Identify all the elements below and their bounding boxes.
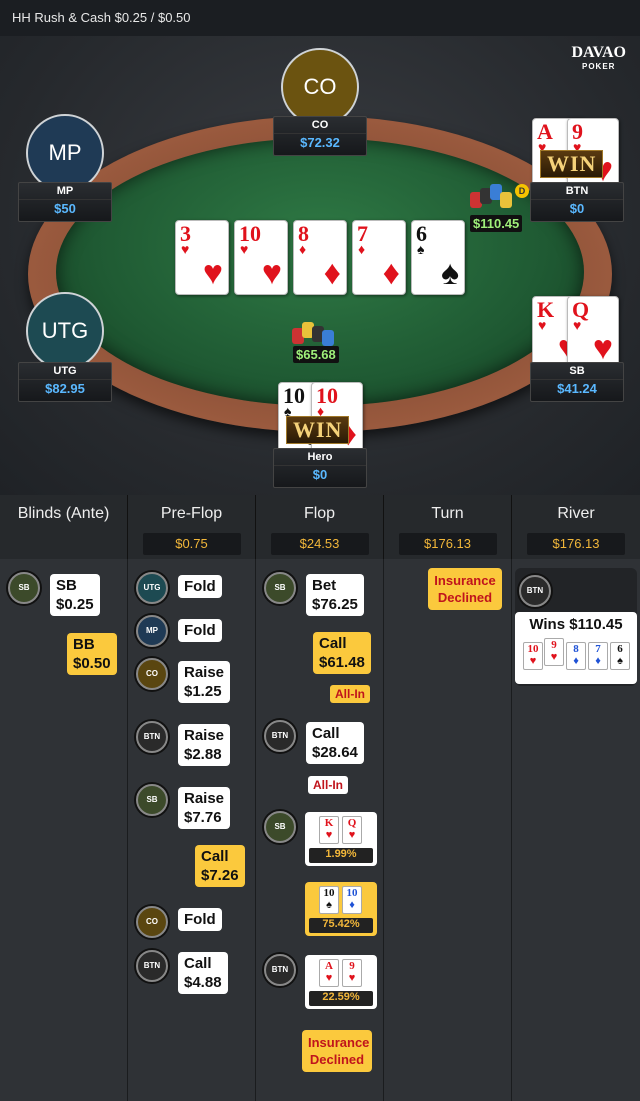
game-title: HH Rush & Cash $0.25 / $0.50: [12, 10, 191, 25]
chip-btn: BTN: [136, 721, 168, 753]
col-header-blinds: Blinds (Ante): [0, 495, 128, 559]
seat-btn-plate: BTN $0: [530, 182, 624, 222]
action-co-raise: Raise $1.25: [178, 661, 231, 703]
action-bb-blind: BB $0.50: [67, 633, 117, 675]
action-btn-raise: Raise $2.88: [178, 724, 231, 766]
flop-insurance-declined: Insurance Declined: [302, 1030, 372, 1072]
btn-win-badge: WIN: [540, 150, 604, 178]
chip-mp: MP: [136, 615, 168, 647]
action-sb-bet: Bet $76.25: [306, 574, 364, 616]
col-header-turn: Turn $176.13: [384, 495, 512, 559]
action-btn-call: Call $4.88: [178, 952, 228, 994]
action-sb-raise: Raise $7.76: [178, 787, 231, 829]
turn-insurance-declined: Insurance Declined: [428, 568, 502, 610]
action-mp-fold: Fold: [178, 619, 222, 642]
header-bar: HH Rush & Cash $0.25 / $0.50: [0, 0, 640, 36]
side-pot-chips-icon: [470, 184, 514, 210]
board-card-1: 3 ♥ ♥: [175, 220, 229, 295]
seat-mp-avatar[interactable]: MP: [26, 114, 104, 192]
hero-equity-box: 10 ♠ 10 ♦ 75.42%: [305, 882, 377, 936]
dealer-button-icon: D: [515, 184, 529, 198]
chip-btn: BTN: [264, 954, 296, 986]
seat-sb-plate: SB $41.24: [530, 362, 624, 402]
davao-poker-logo: DAVAO POKER: [571, 44, 626, 72]
chip-utg: UTG: [136, 572, 168, 604]
main-pot-amount: $65.68: [293, 346, 339, 363]
btn-allin-tag: All-In: [308, 776, 348, 794]
main-pot-chips-icon: [292, 320, 336, 346]
chip-sb: SB: [264, 572, 296, 604]
chip-sb: SB: [136, 784, 168, 816]
hero-allin-tag: All-In: [330, 685, 370, 703]
hero-win-badge: WIN: [286, 416, 350, 444]
seat-utg-avatar[interactable]: UTG: [26, 292, 104, 370]
action-hero-call-flop: Call $61.48: [313, 632, 371, 674]
seat-utg-plate: UTG $82.95: [18, 362, 112, 402]
seat-co-avatar[interactable]: CO: [281, 48, 359, 126]
action-sb-blind: SB $0.25: [50, 574, 100, 616]
seat-co-plate: CO $72.32: [273, 116, 367, 156]
hand-history-panel: Blinds (Ante) Pre-Flop $0.75 Flop $24.53 T…: [0, 495, 640, 1101]
col-header-preflop: Pre-Flop $0.75: [128, 495, 256, 559]
action-hero-call: Call $7.26: [195, 845, 245, 887]
board-card-5: 6 ♠ ♠: [411, 220, 465, 295]
col-turn: [384, 559, 512, 1101]
river-wins-box: Wins $110.45 10 ♥ 9 ♥ 8 ♦ 7 ♦ 6 ♠: [515, 612, 637, 684]
btn-equity-box: A ♥ 9 ♥ 22.59%: [305, 955, 377, 1009]
chip-sb: SB: [264, 811, 296, 843]
board-card-3: 8 ♦ ♦: [293, 220, 347, 295]
sb-equity-box: K ♥ Q ♥ 1.99%: [305, 812, 377, 866]
action-btn-call-flop: Call $28.64: [306, 722, 364, 764]
col-header-river: River $176.13: [512, 495, 640, 559]
seat-hero-plate: Hero $0: [273, 448, 367, 488]
action-co-fold: Fold: [178, 908, 222, 931]
chip-btn: BTN: [264, 720, 296, 752]
chip-sb: SB: [8, 572, 40, 604]
board-card-4: 7 ♦ ♦: [352, 220, 406, 295]
board-card-2: 10 ♥ ♥: [234, 220, 288, 295]
seat-mp-plate: MP $50: [18, 182, 112, 222]
chip-co: CO: [136, 906, 168, 938]
chip-btn: BTN: [519, 575, 551, 607]
chip-co: CO: [136, 658, 168, 690]
chip-btn: BTN: [136, 950, 168, 982]
action-utg-fold: Fold: [178, 575, 222, 598]
sb-card-2: Q ♥ ♥: [567, 296, 619, 370]
poker-table-area: DAVAO POKER CO CO $72.32 MP MP $50 UTG UTG $…: [0, 36, 640, 495]
col-header-flop: Flop $24.53: [256, 495, 384, 559]
side-pot-amount: $110.45: [470, 215, 523, 232]
